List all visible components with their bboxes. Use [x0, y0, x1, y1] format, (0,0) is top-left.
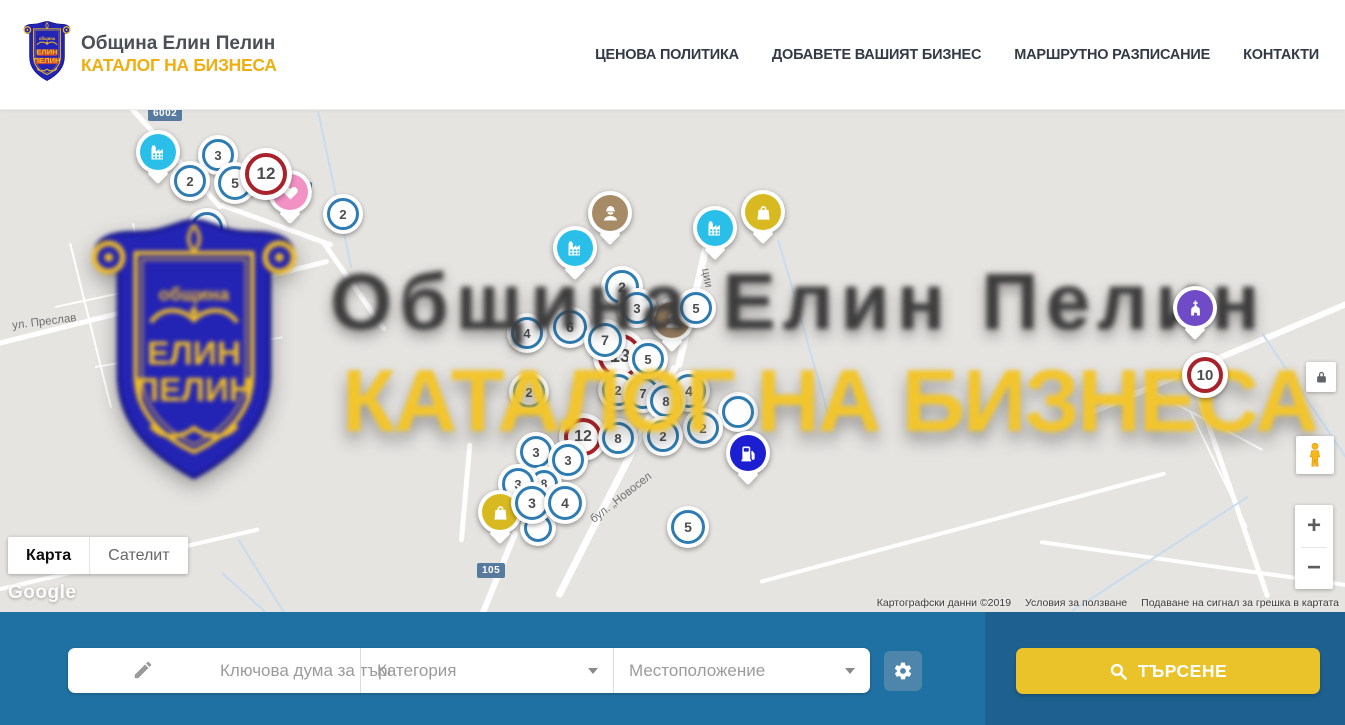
svg-text:ПЕЛИН: ПЕЛИН	[33, 56, 61, 65]
search-button-label: ТЪРСЕНЕ	[1138, 661, 1227, 682]
search-icon	[1109, 662, 1128, 681]
header: община ЕЛИН ПЕЛИН Община Елин Пелин КАТА…	[0, 0, 1345, 110]
lock-icon	[1314, 370, 1329, 385]
pegman-icon	[1304, 442, 1326, 468]
site-title: Община Елин Пелин	[81, 32, 277, 56]
site-logo-link[interactable]: община ЕЛИН ПЕЛИН Община Елин Пелин КАТА…	[22, 20, 277, 89]
svg-text:ЕЛИН: ЕЛИН	[36, 47, 58, 56]
nav-item-4[interactable]: КОНТАКТИ	[1243, 47, 1319, 63]
pin-factory-marker[interactable]	[136, 130, 180, 174]
nav-item-3[interactable]: МАРШРУТНО РАЗПИСАНИЕ	[1014, 47, 1210, 63]
attribution-report-link[interactable]: Подаване на сигнал за грешка в картата	[1141, 597, 1339, 609]
main-nav: ЦЕНОВА ПОЛИТИКА ДОБАВЕТЕ ВАШИЯТ БИЗНЕС МАР…	[595, 47, 1319, 63]
pin-factory-marker[interactable]	[693, 206, 737, 250]
search-bar-right: ТЪРСЕНЕ	[985, 612, 1345, 725]
zoom-control: + −	[1295, 505, 1333, 589]
location-select[interactable]: Местоположение	[613, 648, 870, 693]
road-line	[459, 442, 473, 542]
cluster-marker[interactable]: 5	[667, 506, 709, 548]
google-logo[interactable]: Google	[8, 582, 76, 604]
map-canvas[interactable]: 6002105ул. Преславбул. „Новоселции 32512…	[0, 110, 1345, 612]
zoom-out-button[interactable]: −	[1295, 548, 1333, 589]
watermark-title: Община Елин Пелин	[330, 256, 1267, 348]
cluster-marker[interactable]: 10	[1182, 352, 1228, 398]
pin-fuel-marker[interactable]	[726, 431, 770, 475]
cluster-marker[interactable]: 2	[170, 161, 210, 201]
svg-text:ЕЛИН: ЕЛИН	[147, 335, 241, 372]
map-type-control: Карта Сателит	[8, 537, 188, 574]
road-shield: 105	[477, 563, 505, 578]
category-select[interactable]: Категория	[360, 648, 613, 693]
municipality-crest-icon: община ЕЛИН ПЕЛИН	[22, 20, 72, 89]
stream-line	[1071, 496, 1248, 612]
zoom-in-button[interactable]: +	[1295, 506, 1333, 547]
search-button[interactable]: ТЪРСЕНЕ	[1016, 648, 1320, 694]
pin-bag-marker[interactable]	[741, 190, 785, 234]
nav-item-2[interactable]: ДОБАВЕТЕ ВАШИЯТ БИЗНЕС	[772, 47, 981, 63]
watermark-crest: община ЕЛИН ПЕЛИН	[86, 214, 302, 498]
location-select-value: Местоположение	[629, 661, 765, 681]
svg-text:ПЕЛИН: ПЕЛИН	[135, 372, 253, 409]
svg-text:община: община	[39, 36, 56, 41]
watermark-subtitle: КАТАЛОГ НА БИЗНЕСА	[342, 350, 1317, 452]
lock-button[interactable]	[1306, 362, 1336, 392]
search-bar: Категория Местоположение ТЪРСЕНЕ	[0, 612, 1345, 725]
map-attribution: Картографски данни ©2019 Условия за полз…	[877, 597, 1339, 609]
pin-worker-marker[interactable]	[588, 191, 632, 235]
map-type-map-button[interactable]: Карта	[8, 537, 89, 574]
cluster-marker[interactable]: 2	[323, 194, 363, 234]
cluster-marker[interactable]: 12	[240, 148, 292, 200]
attribution-terms-link[interactable]: Условия за ползване	[1025, 597, 1127, 609]
pin-church-marker[interactable]	[1173, 286, 1217, 330]
attribution-copyright: Картографски данни ©2019	[877, 597, 1011, 609]
map-type-satellite-button[interactable]: Сателит	[89, 537, 187, 574]
search-input-group: Категория Местоположение	[68, 648, 870, 693]
svg-text:община: община	[159, 284, 230, 305]
street-view-pegman-button[interactable]	[1296, 436, 1334, 474]
chevron-down-icon	[845, 668, 855, 674]
pencil-icon	[132, 659, 154, 686]
road-line	[759, 471, 1166, 584]
site-subtitle: КАТАЛОГ НА БИЗНЕСА	[81, 55, 277, 77]
category-select-value: Категория	[377, 661, 456, 681]
keyword-section	[68, 648, 360, 693]
search-bar-left: Категория Местоположение	[0, 612, 985, 725]
gear-icon	[893, 661, 913, 681]
chevron-down-icon	[588, 668, 598, 674]
cluster-marker[interactable]: 4	[544, 482, 586, 524]
advanced-settings-button[interactable]	[884, 651, 922, 691]
nav-item-1[interactable]: ЦЕНОВА ПОЛИТИКА	[595, 47, 739, 63]
stream-line	[237, 538, 308, 612]
page: община ЕЛИН ПЕЛИН Община Елин Пелин КАТА…	[0, 0, 1345, 725]
road-shield: 6002	[148, 110, 182, 121]
